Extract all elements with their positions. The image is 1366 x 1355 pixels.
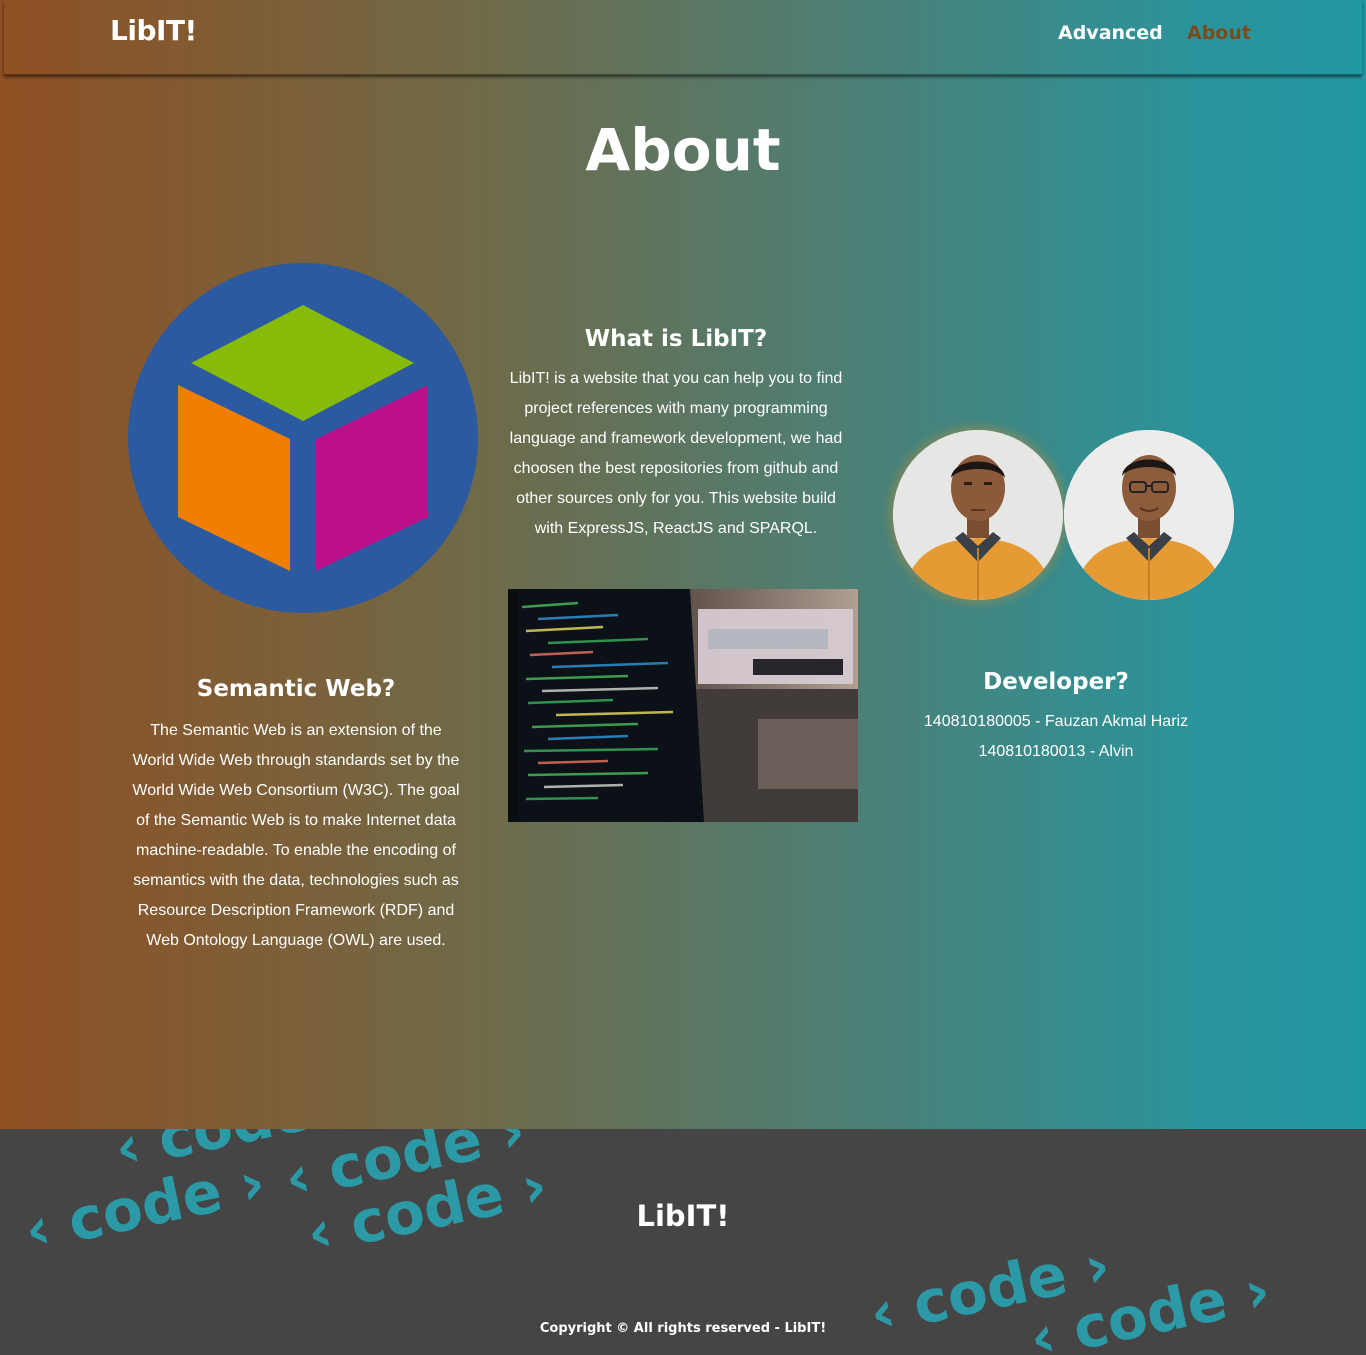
developer-avatar xyxy=(893,430,1063,600)
what-is-line: project references with many programming xyxy=(524,400,828,417)
semantic-web-section: Semantic Web? The Semantic Web is an ext… xyxy=(120,676,472,956)
developer-list: 140810180005 - Fauzan Akmal Hariz 140810… xyxy=(900,707,1212,767)
what-is-section: What is LibIT? LibIT! is a website that … xyxy=(500,326,852,544)
semantic-web-line: of the Semantic Web is to make Internet … xyxy=(136,812,456,829)
what-is-line: other sources only for you. This website… xyxy=(516,490,836,507)
semantic-web-heading: Semantic Web? xyxy=(196,676,396,702)
what-is-line: LibIT! is a website that you can help yo… xyxy=(509,370,843,387)
footer-brand: LibIT! xyxy=(636,1199,730,1233)
semantic-web-line: The Semantic Web is an extension of the xyxy=(150,722,442,739)
what-is-line: with ExpressJS, ReactJS and SPARQL. xyxy=(534,520,818,537)
page-title: About xyxy=(585,116,781,184)
what-is-description: LibIT! is a website that you can help yo… xyxy=(500,364,852,544)
semantic-web-description: The Semantic Web is an extension of the … xyxy=(120,716,472,956)
nav-link-advanced[interactable]: Advanced xyxy=(1058,22,1163,44)
navbar-brand[interactable]: LibIT! xyxy=(110,14,197,47)
nav-link-about[interactable]: About xyxy=(1187,22,1251,44)
semantic-web-line: World Wide Web through standards set by … xyxy=(132,752,460,769)
what-is-heading: What is LibIT? xyxy=(584,326,768,352)
what-is-line: choosen the best repositories from githu… xyxy=(513,460,839,477)
copyright-text: Copyright © All rights reserved - LibIT! xyxy=(539,1321,827,1336)
what-is-line: language and framework development, we h… xyxy=(509,430,843,447)
developer-entry: 140810180013 - Alvin xyxy=(978,743,1134,760)
developer-heading: Developer? xyxy=(983,669,1129,695)
developer-entry: 140810180005 - Fauzan Akmal Hariz xyxy=(923,713,1189,730)
semantic-web-line: Resource Description Framework (RDF) and xyxy=(137,902,455,919)
semantic-web-line: semantics with the data, technologies su… xyxy=(133,872,459,889)
semantic-web-logo-icon xyxy=(128,263,478,613)
developer-section: Developer? 140810180005 - Fauzan Akmal H… xyxy=(900,669,1212,767)
developer-avatar xyxy=(1064,430,1234,600)
footer: ‹ code › ‹ code › ‹ code › ‹ code › ‹ co… xyxy=(0,1129,1366,1355)
semantic-web-line: Web Ontology Language (OWL) are used. xyxy=(146,932,446,949)
navbar: LibIT! Advanced About xyxy=(4,0,1362,75)
semantic-web-line: machine-readable. To enable the encoding… xyxy=(136,842,456,859)
code-screen-image xyxy=(508,589,858,822)
semantic-web-line: World Wide Web Consortium (W3C). The goa… xyxy=(132,782,460,799)
